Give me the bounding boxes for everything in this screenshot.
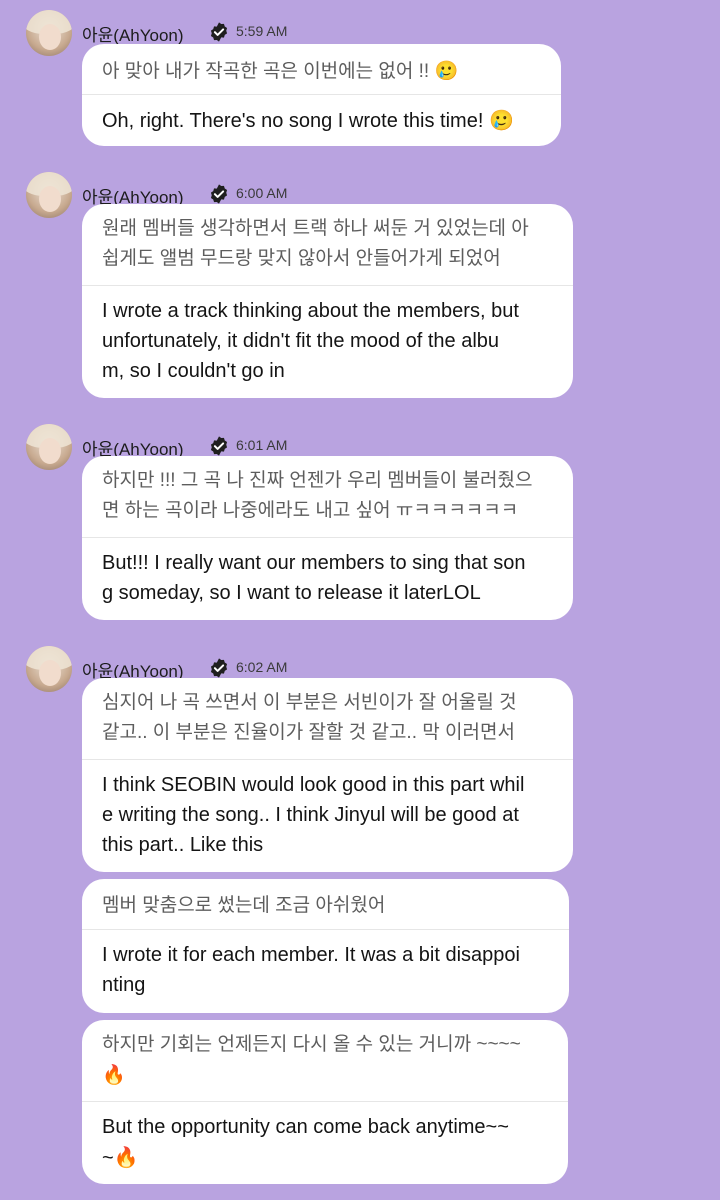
korean-line: 아 맞아 내가 작곡한 곡은 이번에는 없어 !! 🥲 xyxy=(102,60,459,82)
english-line: unfortunately, it didn't fit the mood of… xyxy=(102,330,500,352)
translation-divider xyxy=(82,929,569,930)
english-line: I think SEOBIN would look good in this p… xyxy=(102,774,525,796)
timestamp: 6:00 AM xyxy=(236,185,288,201)
verified-badge-icon xyxy=(208,435,230,457)
emoji: 🥲 xyxy=(434,60,459,82)
avatar-face xyxy=(39,438,61,464)
message-bubble[interactable]: 하지만 !!! 그 곡 나 진짜 언젠가 우리 멤버들이 불러줬으면 하는 곡이… xyxy=(82,456,573,620)
korean-line: 하지만 !!! 그 곡 나 진짜 언젠가 우리 멤버들이 불러줬으 xyxy=(102,470,533,491)
english-line: this part.. Like this xyxy=(102,834,264,856)
korean-text: 심지어 나 곡 쓰면서 이 부분은 서빈이가 잘 어울릴 것같고.. 이 부분은… xyxy=(102,688,555,748)
korean-text: 멤버 맞춤으로 썼는데 조금 아쉬웠어 xyxy=(102,891,551,921)
message-bubble[interactable]: 멤버 맞춤으로 썼는데 조금 아쉬웠어 I wrote it for each m… xyxy=(82,879,569,1013)
timestamp: 5:59 AM xyxy=(236,23,288,39)
avatar-face xyxy=(39,660,61,686)
korean-line: 쉽게도 앨범 무드랑 맞지 않아서 안들어가게 되었어 xyxy=(102,248,501,269)
korean-line: 같고.. 이 부분은 진율이가 잘할 것 같고.. 막 이러면서 xyxy=(102,722,515,743)
avatar-face xyxy=(39,186,61,212)
translation-divider xyxy=(82,759,573,760)
english-line: e writing the song.. I think Jinyul will… xyxy=(102,804,519,826)
timestamp: 6:02 AM xyxy=(236,659,288,675)
emoji: 🥲 xyxy=(488,108,514,132)
korean-line: 면 하는 곡이라 나중에라도 내고 싶어 ㅠㅋㅋㅋㅋㅋㅋ xyxy=(102,500,519,521)
korean-line: 🔥 xyxy=(102,1060,550,1091)
message-bubble[interactable]: 아 맞아 내가 작곡한 곡은 이번에는 없어 !! 🥲 Oh, right. Th… xyxy=(82,44,561,146)
korean-line: 심지어 나 곡 쓰면서 이 부분은 서빈이가 잘 어울릴 것 xyxy=(102,692,517,713)
avatar[interactable] xyxy=(26,172,72,218)
english-line: But the opportunity can come back anytim… xyxy=(102,1116,509,1138)
english-line: nting xyxy=(102,974,146,996)
korean-line: 하지만 기회는 언제든지 다시 올 수 있는 거니까 ~~~~ xyxy=(102,1034,521,1055)
english-line: Oh, right. There's no song I wrote this … xyxy=(102,108,514,132)
message-bubble[interactable]: 하지만 기회는 언제든지 다시 올 수 있는 거니까 ~~~~ 🔥 But the … xyxy=(82,1020,568,1184)
message-bubble[interactable]: 심지어 나 곡 쓰면서 이 부분은 서빈이가 잘 어울릴 것같고.. 이 부분은… xyxy=(82,678,573,872)
timestamp: 6:01 AM xyxy=(236,437,288,453)
english-translation: I wrote it for each member. It was a bit… xyxy=(102,940,555,1000)
emoji: 🔥 xyxy=(102,1064,126,1086)
korean-text: 하지만 !!! 그 곡 나 진짜 언젠가 우리 멤버들이 불러줬으면 하는 곡이… xyxy=(102,466,555,526)
english-line: ~🔥 xyxy=(102,1145,139,1169)
english-translation: Oh, right. There's no song I wrote this … xyxy=(102,105,547,136)
english-translation: But!!! I really want our members to sing… xyxy=(102,548,559,608)
translation-divider xyxy=(82,285,573,286)
korean-line: 원래 멤버들 생각하면서 트랙 하나 써둔 거 있었는데 아 xyxy=(102,218,529,239)
english-line: g someday, so I want to release it later… xyxy=(102,582,481,604)
korean-text: 아 맞아 내가 작곡한 곡은 이번에는 없어 !! 🥲 xyxy=(102,56,543,87)
avatar[interactable] xyxy=(26,10,72,56)
emoji: 🔥 xyxy=(113,1145,139,1169)
verified-badge-icon xyxy=(208,183,230,205)
author-name[interactable]: 아윤(AhYoon) xyxy=(82,21,184,46)
translation-divider xyxy=(82,1101,568,1102)
avatar[interactable] xyxy=(26,424,72,470)
english-line: I wrote it for each member. It was a bit… xyxy=(102,944,520,966)
korean-text: 하지만 기회는 언제든지 다시 올 수 있는 거니까 ~~~~ 🔥 xyxy=(102,1030,550,1091)
korean-line: 멤버 맞춤으로 썼는데 조금 아쉬웠어 xyxy=(102,895,386,916)
avatar-face xyxy=(39,24,61,50)
english-line: I wrote a track thinking about the membe… xyxy=(102,300,519,322)
avatar[interactable] xyxy=(26,646,72,692)
verified-badge-icon xyxy=(208,657,230,679)
message-bubble[interactable]: 원래 멤버들 생각하면서 트랙 하나 써둔 거 있었는데 아쉽게도 앨범 무드랑… xyxy=(82,204,573,398)
english-translation: I wrote a track thinking about the membe… xyxy=(102,296,559,386)
english-translation: I think SEOBIN would look good in this p… xyxy=(102,770,559,860)
korean-text: 원래 멤버들 생각하면서 트랙 하나 써둔 거 있었는데 아쉽게도 앨범 무드랑… xyxy=(102,214,555,274)
translation-divider xyxy=(82,94,561,95)
english-line: But!!! I really want our members to sing… xyxy=(102,552,526,574)
translation-divider xyxy=(82,537,573,538)
english-translation: But the opportunity can come back anytim… xyxy=(102,1112,554,1173)
verified-badge-icon xyxy=(208,21,230,43)
english-line: m, so I couldn't go in xyxy=(102,360,285,382)
